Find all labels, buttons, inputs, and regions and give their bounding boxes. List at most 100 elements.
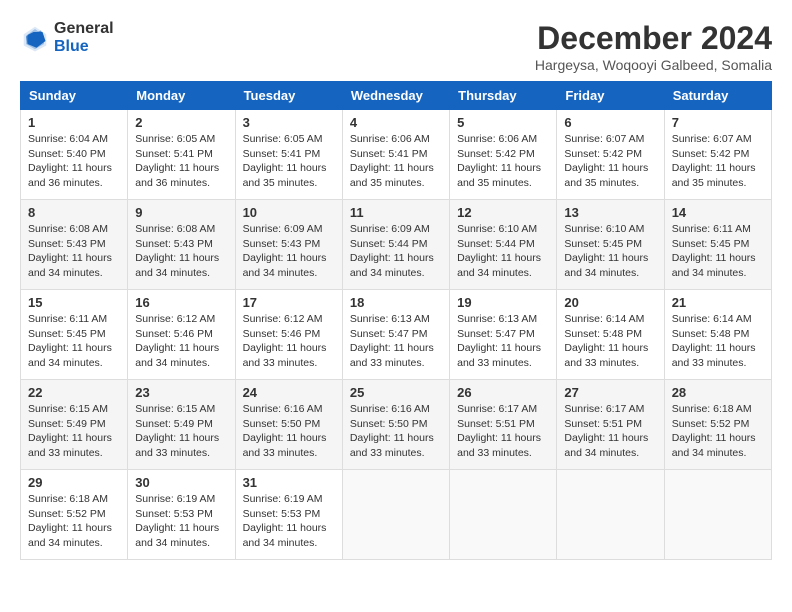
empty-cell — [450, 470, 557, 560]
calendar-day-12: 12Sunrise: 6:10 AMSunset: 5:44 PMDayligh… — [450, 200, 557, 290]
day-info: Sunrise: 6:11 AMSunset: 5:45 PMDaylight:… — [672, 222, 764, 281]
day-number: 12 — [457, 205, 549, 220]
logo: General Blue — [20, 20, 114, 55]
weekday-header-saturday: Saturday — [664, 82, 771, 110]
empty-cell — [342, 470, 449, 560]
logo-icon — [20, 23, 50, 53]
day-info: Sunrise: 6:19 AMSunset: 5:53 PMDaylight:… — [243, 492, 335, 551]
calendar-day-4: 4Sunrise: 6:06 AMSunset: 5:41 PMDaylight… — [342, 110, 449, 200]
day-info: Sunrise: 6:17 AMSunset: 5:51 PMDaylight:… — [457, 402, 549, 461]
calendar-day-26: 26 Sunrise: 6:17 AMSunset: 5:51 PMDayligh… — [450, 380, 557, 470]
day-number: 23 — [135, 385, 227, 400]
month-title: December 2024 — [535, 20, 772, 57]
day-info: Sunrise: 6:13 AMSunset: 5:47 PMDaylight:… — [457, 312, 549, 371]
calendar-day-25: 25 Sunrise: 6:16 AMSunset: 5:50 PMDayligh… — [342, 380, 449, 470]
day-info: Sunrise: 6:12 AMSunset: 5:46 PMDaylight:… — [135, 312, 227, 371]
weekday-header-tuesday: Tuesday — [235, 82, 342, 110]
day-number: 24 — [243, 385, 335, 400]
calendar-day-27: 27 Sunrise: 6:17 AMSunset: 5:51 PMDayligh… — [557, 380, 664, 470]
day-info: Sunrise: 6:05 AMSunset: 5:41 PMDaylight:… — [135, 132, 227, 191]
calendar-day-1: 1Sunrise: 6:04 AMSunset: 5:40 PMDaylight… — [21, 110, 128, 200]
day-number: 14 — [672, 205, 764, 220]
day-info: Sunrise: 6:09 AMSunset: 5:43 PMDaylight:… — [243, 222, 335, 281]
day-number: 7 — [672, 115, 764, 130]
calendar-week-5: 29Sunrise: 6:18 AMSunset: 5:52 PMDayligh… — [21, 470, 772, 560]
day-number: 20 — [564, 295, 656, 310]
calendar-day-24: 24 Sunrise: 6:16 AMSunset: 5:50 PMDayligh… — [235, 380, 342, 470]
day-number: 22 — [28, 385, 120, 400]
day-info: Sunrise: 6:06 AMSunset: 5:42 PMDaylight:… — [457, 132, 549, 191]
day-info: Sunrise: 6:15 AMSunset: 5:49 PMDaylight:… — [28, 402, 120, 461]
calendar-day-15: 15Sunrise: 6:11 AMSunset: 5:45 PMDayligh… — [21, 290, 128, 380]
day-number: 11 — [350, 205, 442, 220]
day-info: Sunrise: 6:10 AMSunset: 5:45 PMDaylight:… — [564, 222, 656, 281]
day-info: Sunrise: 6:15 AMSunset: 5:49 PMDaylight:… — [135, 402, 227, 461]
day-number: 17 — [243, 295, 335, 310]
day-info: Sunrise: 6:12 AMSunset: 5:46 PMDaylight:… — [243, 312, 335, 371]
day-number: 31 — [243, 475, 335, 490]
calendar-table: SundayMondayTuesdayWednesdayThursdayFrid… — [20, 81, 772, 560]
calendar-day-5: 5Sunrise: 6:06 AMSunset: 5:42 PMDaylight… — [450, 110, 557, 200]
day-info: Sunrise: 6:08 AMSunset: 5:43 PMDaylight:… — [135, 222, 227, 281]
day-number: 26 — [457, 385, 549, 400]
calendar-day-7: 7 Sunrise: 6:07 AMSunset: 5:42 PMDaylight… — [664, 110, 771, 200]
day-number: 9 — [135, 205, 227, 220]
day-info: Sunrise: 6:16 AMSunset: 5:50 PMDaylight:… — [243, 402, 335, 461]
logo-general: General — [54, 20, 114, 38]
weekday-header-sunday: Sunday — [21, 82, 128, 110]
calendar-day-30: 30Sunrise: 6:19 AMSunset: 5:53 PMDayligh… — [128, 470, 235, 560]
calendar-day-23: 23 Sunrise: 6:15 AMSunset: 5:49 PMDayligh… — [128, 380, 235, 470]
day-number: 13 — [564, 205, 656, 220]
location: Hargeysa, Woqooyi Galbeed, Somalia — [535, 57, 772, 73]
day-info: Sunrise: 6:17 AMSunset: 5:51 PMDaylight:… — [564, 402, 656, 461]
calendar-day-13: 13 Sunrise: 6:10 AMSunset: 5:45 PMDayligh… — [557, 200, 664, 290]
weekday-header-wednesday: Wednesday — [342, 82, 449, 110]
calendar-day-2: 2 Sunrise: 6:05 AMSunset: 5:41 PMDaylight… — [128, 110, 235, 200]
calendar-day-19: 19 Sunrise: 6:13 AMSunset: 5:47 PMDayligh… — [450, 290, 557, 380]
day-number: 19 — [457, 295, 549, 310]
calendar-day-10: 10 Sunrise: 6:09 AMSunset: 5:43 PMDayligh… — [235, 200, 342, 290]
calendar-week-4: 22 Sunrise: 6:15 AMSunset: 5:49 PMDayligh… — [21, 380, 772, 470]
day-info: Sunrise: 6:18 AMSunset: 5:52 PMDaylight:… — [28, 492, 120, 551]
day-number: 27 — [564, 385, 656, 400]
calendar-day-14: 14 Sunrise: 6:11 AMSunset: 5:45 PMDayligh… — [664, 200, 771, 290]
calendar-day-29: 29Sunrise: 6:18 AMSunset: 5:52 PMDayligh… — [21, 470, 128, 560]
calendar-week-2: 8Sunrise: 6:08 AMSunset: 5:43 PMDaylight… — [21, 200, 772, 290]
day-number: 28 — [672, 385, 764, 400]
day-number: 21 — [672, 295, 764, 310]
day-info: Sunrise: 6:11 AMSunset: 5:45 PMDaylight:… — [28, 312, 120, 371]
calendar-day-28: 28 Sunrise: 6:18 AMSunset: 5:52 PMDayligh… — [664, 380, 771, 470]
title-block: December 2024 Hargeysa, Woqooyi Galbeed,… — [535, 20, 772, 73]
calendar-day-8: 8Sunrise: 6:08 AMSunset: 5:43 PMDaylight… — [21, 200, 128, 290]
day-info: Sunrise: 6:04 AMSunset: 5:40 PMDaylight:… — [28, 132, 120, 191]
day-number: 25 — [350, 385, 442, 400]
day-info: Sunrise: 6:14 AMSunset: 5:48 PMDaylight:… — [672, 312, 764, 371]
calendar-day-31: 31 Sunrise: 6:19 AMSunset: 5:53 PMDayligh… — [235, 470, 342, 560]
day-info: Sunrise: 6:05 AMSunset: 5:41 PMDaylight:… — [243, 132, 335, 191]
day-info: Sunrise: 6:07 AMSunset: 5:42 PMDaylight:… — [672, 132, 764, 191]
calendar-day-20: 20Sunrise: 6:14 AMSunset: 5:48 PMDayligh… — [557, 290, 664, 380]
calendar-day-3: 3 Sunrise: 6:05 AMSunset: 5:41 PMDaylight… — [235, 110, 342, 200]
day-info: Sunrise: 6:06 AMSunset: 5:41 PMDaylight:… — [350, 132, 442, 191]
logo-text: General Blue — [54, 20, 114, 55]
day-number: 16 — [135, 295, 227, 310]
calendar-day-11: 11 Sunrise: 6:09 AMSunset: 5:44 PMDayligh… — [342, 200, 449, 290]
day-number: 2 — [135, 115, 227, 130]
weekday-header-monday: Monday — [128, 82, 235, 110]
day-info: Sunrise: 6:18 AMSunset: 5:52 PMDaylight:… — [672, 402, 764, 461]
calendar-week-3: 15Sunrise: 6:11 AMSunset: 5:45 PMDayligh… — [21, 290, 772, 380]
calendar-week-1: 1Sunrise: 6:04 AMSunset: 5:40 PMDaylight… — [21, 110, 772, 200]
day-info: Sunrise: 6:09 AMSunset: 5:44 PMDaylight:… — [350, 222, 442, 281]
calendar-day-18: 18Sunrise: 6:13 AMSunset: 5:47 PMDayligh… — [342, 290, 449, 380]
calendar-day-21: 21 Sunrise: 6:14 AMSunset: 5:48 PMDayligh… — [664, 290, 771, 380]
calendar-day-9: 9 Sunrise: 6:08 AMSunset: 5:43 PMDaylight… — [128, 200, 235, 290]
empty-cell — [664, 470, 771, 560]
day-number: 10 — [243, 205, 335, 220]
day-number: 3 — [243, 115, 335, 130]
weekday-header-thursday: Thursday — [450, 82, 557, 110]
day-info: Sunrise: 6:07 AMSunset: 5:42 PMDaylight:… — [564, 132, 656, 191]
day-info: Sunrise: 6:16 AMSunset: 5:50 PMDaylight:… — [350, 402, 442, 461]
weekday-header-friday: Friday — [557, 82, 664, 110]
calendar-day-16: 16 Sunrise: 6:12 AMSunset: 5:46 PMDayligh… — [128, 290, 235, 380]
empty-cell — [557, 470, 664, 560]
